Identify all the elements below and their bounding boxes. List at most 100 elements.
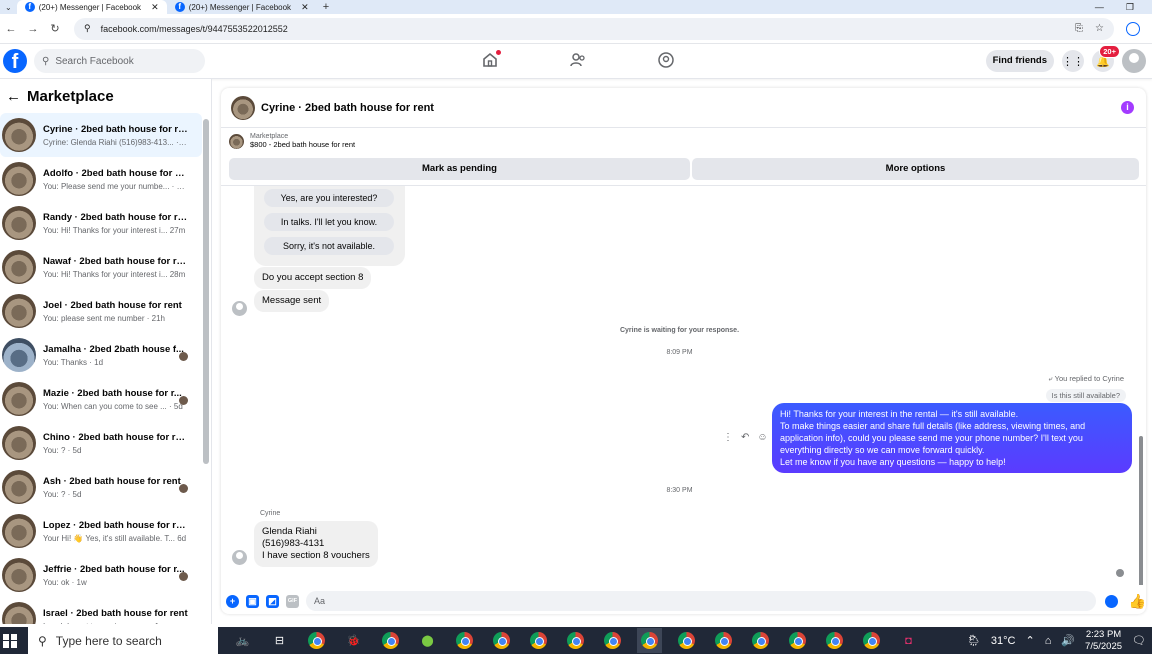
chrome-icon[interactable] bbox=[859, 628, 884, 653]
tray-chevron-icon[interactable]: ⌃ bbox=[1025, 634, 1034, 647]
utorrent-icon[interactable]: ⬤ bbox=[415, 628, 440, 653]
conversation-item[interactable]: Adolfo · 2bed bath house for rent You: Pl… bbox=[0, 157, 202, 201]
message-input[interactable]: Aa bbox=[306, 591, 1096, 611]
close-tab-icon[interactable]: ✕ bbox=[151, 2, 159, 13]
find-friends-button[interactable]: Find friends bbox=[985, 50, 1054, 72]
search-icon: ⚲ bbox=[38, 633, 47, 648]
bicycle-widget-icon[interactable]: 🚲 bbox=[230, 628, 255, 653]
minimize-icon[interactable]: — bbox=[1095, 2, 1104, 13]
listing-thumbnail bbox=[229, 133, 244, 149]
conversation-item[interactable]: Ash · 2bed bath house for rent You: ? · 5… bbox=[0, 465, 202, 509]
plus-icon[interactable]: + bbox=[226, 594, 239, 608]
quick-reply-button[interactable]: Yes, are you interested? bbox=[264, 189, 394, 207]
screen: ⌄ f (20+) Messenger | Facebook ✕ f (20+)… bbox=[0, 0, 1152, 654]
conversation-item[interactable]: Cyrine · 2bed bath house for rent Cyrine:… bbox=[0, 113, 202, 157]
browser-toolbar: ← → ↻ ⚲ facebook.com/messages/t/94475535… bbox=[0, 14, 1152, 44]
tab-messenger-2[interactable]: f (20+) Messenger | Facebook ✕ bbox=[167, 0, 317, 14]
gif-icon[interactable]: GIF bbox=[286, 594, 299, 608]
chrome-icon-active[interactable] bbox=[637, 628, 662, 653]
back-icon[interactable]: ← bbox=[0, 23, 22, 35]
close-tab-icon[interactable]: ✕ bbox=[301, 2, 309, 13]
contact-avatar[interactable] bbox=[232, 550, 247, 565]
read-receipt-avatar bbox=[179, 352, 188, 361]
account-avatar[interactable] bbox=[1122, 49, 1146, 73]
photo-icon[interactable]: ▣ bbox=[246, 594, 259, 608]
omnibox-actions: ⎘ ☆ bbox=[1075, 23, 1104, 34]
weather-icon[interactable]: 🌦 bbox=[967, 634, 981, 647]
bookmark-star-icon[interactable]: ☆ bbox=[1095, 23, 1104, 34]
sidebar-scrollbar[interactable] bbox=[203, 119, 209, 464]
home-icon[interactable] bbox=[480, 50, 501, 70]
reply-icon[interactable]: ↶ bbox=[741, 432, 749, 443]
quick-reply-button[interactable]: Sorry, it's not available. bbox=[264, 237, 394, 255]
more-icon[interactable]: ⋮ bbox=[723, 432, 733, 443]
conversation-item[interactable]: Lopez · 2bed bath house for rent Your Hi!… bbox=[0, 509, 202, 553]
replied-to-label: ⤶ You replied to Cyrine bbox=[1048, 374, 1124, 383]
facebook-search-input[interactable]: ⚲ Search Facebook bbox=[34, 49, 205, 73]
install-icon[interactable]: ⎘ bbox=[1075, 23, 1083, 34]
conversation-item[interactable]: Joel · 2bed bath house for rent You: plea… bbox=[0, 289, 202, 333]
chat-title[interactable]: Cyrine · 2bed bath house for rent bbox=[261, 102, 434, 114]
conversation-item[interactable]: Nawaf · 2bed bath house for rent You: Hi!… bbox=[0, 245, 202, 289]
chat-scrollbar[interactable] bbox=[1139, 436, 1143, 585]
chrome-icon[interactable] bbox=[378, 628, 403, 653]
conversation-text: Ash · 2bed bath house for rent You: ? · 5… bbox=[43, 476, 188, 499]
conversation-item[interactable]: Randy · 2bed bath house for rent You: Hi!… bbox=[0, 201, 202, 245]
tab-search-icon[interactable]: ⌄ bbox=[0, 3, 17, 12]
sticker-icon[interactable]: ◩ bbox=[266, 594, 279, 608]
quoted-message[interactable]: Is this still available? bbox=[1045, 389, 1126, 402]
conversation-item[interactable]: Chino · 2bed bath house for rent You: ? ·… bbox=[0, 421, 202, 465]
conversation-item[interactable]: Mazie · 2bed bath house for r... You: Whe… bbox=[0, 377, 202, 421]
address-bar[interactable]: ⚲ facebook.com/messages/t/94475535220125… bbox=[74, 17, 1114, 40]
conversation-text: Nawaf · 2bed bath house for rent You: Hi!… bbox=[43, 256, 188, 279]
thumbs-up-icon[interactable]: 👍 bbox=[1129, 593, 1146, 610]
chrome-icon[interactable] bbox=[785, 628, 810, 653]
new-tab-icon[interactable]: + bbox=[317, 1, 335, 13]
app-icon[interactable]: 🐞 bbox=[341, 628, 366, 653]
volume-icon[interactable]: 🔊 bbox=[1061, 634, 1075, 647]
conversation-item[interactable]: Israel · 2bed bath house for rent Israel:… bbox=[0, 597, 202, 624]
groups-icon[interactable] bbox=[656, 50, 676, 70]
network-icon[interactable]: ⌂ bbox=[1045, 635, 1052, 647]
forward-icon[interactable]: → bbox=[22, 23, 44, 35]
listing-info[interactable]: Marketplace $800 - 2bed bath house for r… bbox=[229, 133, 355, 149]
chrome-icon[interactable] bbox=[674, 628, 699, 653]
restore-icon[interactable]: ❐ bbox=[1126, 2, 1134, 13]
chrome-icon[interactable] bbox=[711, 628, 736, 653]
chrome-icon[interactable] bbox=[748, 628, 773, 653]
conversation-title: Ash · 2bed bath house for rent bbox=[43, 475, 181, 487]
friends-icon[interactable] bbox=[568, 50, 588, 70]
profile-icon[interactable] bbox=[1126, 21, 1140, 36]
quick-reply-button[interactable]: In talks. I'll let you know. bbox=[264, 213, 394, 231]
clock[interactable]: 2:23 PM 7/5/2025 bbox=[1085, 629, 1122, 653]
conversation-item[interactable]: Jamalha · 2bed 2bath house f... You: Than… bbox=[0, 333, 202, 377]
conversation-item[interactable]: Jeffrie · 2bed bath house for r... You: o… bbox=[0, 553, 202, 597]
notifications-center-icon[interactable]: 🗨 bbox=[1132, 634, 1146, 647]
emoji-icon[interactable] bbox=[1104, 594, 1118, 608]
facebook-logo-icon[interactable]: f bbox=[3, 49, 27, 73]
more-options-button[interactable]: More options bbox=[692, 158, 1139, 180]
chrome-icon[interactable] bbox=[452, 628, 477, 653]
chrome-icon[interactable] bbox=[526, 628, 551, 653]
chrome-icon[interactable] bbox=[563, 628, 588, 653]
mark-as-pending-button[interactable]: Mark as pending bbox=[229, 158, 690, 180]
chrome-icon[interactable] bbox=[489, 628, 514, 653]
notifications-bell-icon[interactable]: 🔔 20+ bbox=[1092, 45, 1120, 72]
task-view-icon[interactable]: ⊟ bbox=[267, 628, 292, 653]
menu-grid-icon[interactable]: ⋮⋮ bbox=[1062, 50, 1084, 72]
taskbar-search[interactable]: ⚲ Type here to search bbox=[28, 627, 218, 654]
tab-messenger-1[interactable]: f (20+) Messenger | Facebook ✕ bbox=[16, 0, 167, 14]
info-icon[interactable]: i bbox=[1121, 101, 1134, 114]
site-settings-icon[interactable]: ⚲ bbox=[84, 23, 91, 34]
contact-avatar[interactable] bbox=[232, 301, 247, 316]
instagram-icon[interactable]: ◘ bbox=[896, 628, 921, 653]
weather-temp[interactable]: 31°C bbox=[991, 635, 1016, 647]
chrome-icon[interactable] bbox=[600, 628, 625, 653]
chat-avatar[interactable] bbox=[231, 95, 255, 120]
reload-icon[interactable]: ↻ bbox=[44, 22, 66, 35]
chrome-icon[interactable] bbox=[304, 628, 329, 653]
back-arrow-icon[interactable]: ← bbox=[6, 88, 21, 105]
react-icon[interactable]: ☺ bbox=[757, 432, 767, 443]
chrome-icon[interactable] bbox=[822, 628, 847, 653]
windows-start-icon[interactable] bbox=[3, 633, 17, 648]
